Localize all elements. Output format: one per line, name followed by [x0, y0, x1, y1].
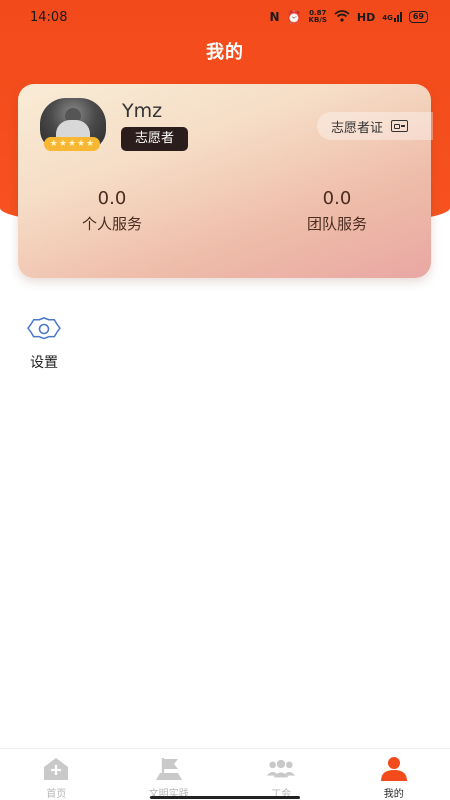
- status-icons: N ⏰ 0.87 KB/S HD 4G 69: [270, 10, 428, 25]
- star-icon: ★: [49, 139, 58, 149]
- battery-icon: 69: [408, 11, 428, 23]
- settings-label: 设置: [30, 355, 58, 371]
- team-service-label: 团队服务: [306, 215, 367, 233]
- star-icon: ★: [67, 139, 77, 149]
- network-type: HD: [356, 10, 376, 24]
- group-icon: [267, 759, 296, 778]
- alarm-icon: ⏰: [286, 10, 302, 24]
- personal-service-stat[interactable]: 0.0 个人服务: [52, 188, 172, 234]
- page-title: 我的: [206, 42, 244, 63]
- tab-union[interactable]: 工会: [225, 749, 338, 800]
- team-service-stat[interactable]: 0.0 团队服务: [277, 188, 397, 234]
- id-card-icon: [391, 120, 409, 132]
- rating-stars: ★ ★ ★ ★ ★: [44, 137, 100, 151]
- network-speed-unit: KB/S: [308, 16, 327, 24]
- tab-home[interactable]: 首页: [0, 749, 113, 800]
- tab-civilization-practice[interactable]: 文明实践: [113, 749, 226, 800]
- home-indicator: [150, 796, 300, 799]
- tab-home-label: 首页: [46, 789, 67, 800]
- status-time: 14:08: [30, 9, 68, 25]
- role-badge: 志愿者: [121, 127, 189, 151]
- tab-mine[interactable]: 我的: [338, 749, 450, 800]
- gear-icon: [27, 317, 61, 340]
- certificate-label: 志愿者证: [331, 120, 384, 136]
- wifi-icon: [334, 9, 350, 25]
- person-icon: [380, 757, 407, 781]
- star-icon: ★: [77, 139, 86, 149]
- bottom-tab-bar: 首页 文明实践 工会 我的: [0, 748, 450, 800]
- status-bar: 14:08 N ⏰ 0.87 KB/S HD 4G 69: [0, 0, 450, 34]
- star-icon: ★: [86, 139, 95, 149]
- star-icon: ★: [58, 139, 67, 149]
- tab-mine-label: 我的: [383, 789, 404, 800]
- settings-menu-item[interactable]: 设置: [26, 316, 62, 372]
- personal-service-label: 个人服务: [81, 215, 142, 233]
- signal-label: 4G: [382, 14, 393, 22]
- nfc-icon: N: [269, 10, 280, 24]
- flag-icon: [155, 758, 182, 780]
- home-icon: [44, 758, 69, 780]
- username: Ymz: [122, 100, 163, 122]
- network-speed: 0.87 KB/S: [309, 10, 327, 24]
- profile-card: ★ ★ ★ ★ ★ Ymz 志愿者 志愿者证 0.0 个人服务 0.0 团队服务: [18, 84, 433, 278]
- volunteer-certificate-button[interactable]: 志愿者证: [317, 112, 433, 140]
- personal-service-value: 0.0: [97, 188, 127, 209]
- signal-icon: 4G: [382, 12, 402, 22]
- team-service-value: 0.0: [322, 188, 352, 209]
